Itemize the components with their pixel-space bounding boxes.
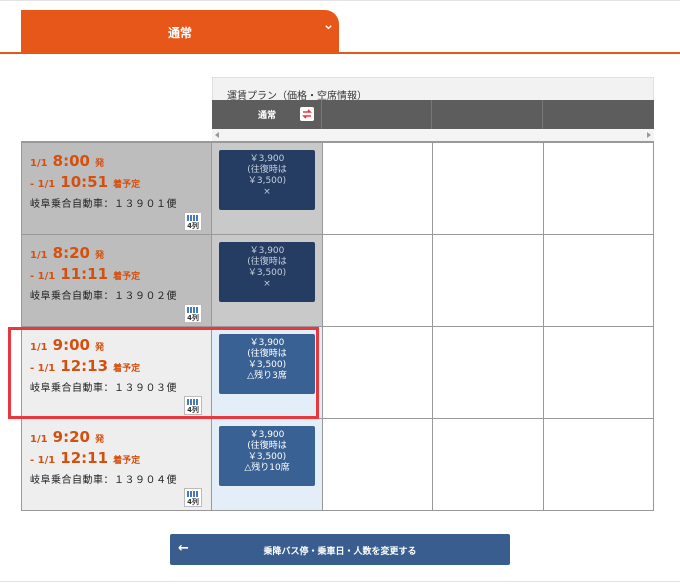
arrival-time: 11:11: [60, 265, 109, 283]
empty-cell: [323, 143, 433, 234]
empty-cell: [323, 235, 433, 326]
page: 通常 運賃プラン（価格・空席情報） 通常 1/1 8:00 発 - 1/1 10…: [0, 0, 680, 585]
fare-price: ￥3,900: [249, 430, 285, 440]
seat-layout-icon[interactable]: 4列: [184, 212, 202, 231]
bus-company-and-number: 岐阜乗合自動車：１３９０４便: [30, 475, 177, 486]
plan-column-empty: [432, 100, 543, 129]
fare-cell: ￥3,900 (往復時は ￥3,500) ×: [212, 143, 323, 234]
arrival-suffix: 着予定: [113, 180, 141, 190]
empty-cell: [544, 327, 654, 418]
empty-cell: [433, 235, 544, 326]
arrival-suffix: 着予定: [113, 456, 141, 466]
swap-icon[interactable]: [300, 107, 314, 121]
scroll-left-icon[interactable]: [215, 132, 219, 138]
empty-cell: [323, 419, 433, 510]
seat-layout-label: 4列: [187, 498, 199, 506]
tab-underline: [0, 52, 680, 54]
departure-time: 8:20: [52, 244, 90, 262]
plan-column-empty: [543, 100, 654, 129]
fare-roundtrip-note: (往復時は: [247, 257, 287, 267]
arrival-date: - 1/1: [30, 271, 56, 282]
empty-cell: [544, 143, 654, 234]
bottom-divider: [0, 581, 680, 582]
departure-line: 1/1 8:20 発: [30, 243, 104, 262]
fare-roundtrip-note: (往復時は: [247, 165, 287, 175]
trip-info: 1/1 8:00 発 - 1/1 10:51 着予定 岐阜乗合自動車：１３９０１…: [21, 143, 212, 234]
trip-row: 1/1 8:00 発 - 1/1 10:51 着予定 岐阜乗合自動車：１３９０１…: [21, 143, 654, 235]
trip-info: 1/1 9:20 発 - 1/1 12:11 着予定 岐阜乗合自動車：１３９０４…: [21, 419, 212, 510]
empty-cell: [433, 143, 544, 234]
chevron-down-icon: [325, 25, 332, 30]
departure-suffix: 発: [95, 159, 105, 169]
fare-roundtrip-price: ￥3,500): [247, 452, 287, 462]
plan-tab-selector[interactable]: 通常: [21, 10, 339, 53]
departure-suffix: 発: [95, 435, 105, 445]
arrival-line: - 1/1 11:11 着予定: [30, 264, 140, 283]
fare-price: ￥3,900: [249, 246, 285, 256]
arrival-suffix: 着予定: [113, 272, 141, 282]
horizontal-scrollbar[interactable]: [212, 129, 654, 141]
trip-row: 1/1 8:20 発 - 1/1 11:11 着予定 岐阜乗合自動車：１３９０２…: [21, 235, 654, 327]
departure-line: 1/1 9:20 発: [30, 427, 104, 446]
bus-company-and-number: 岐阜乗合自動車：１３９０１便: [30, 199, 177, 210]
trip-row: 1/1 9:20 発 - 1/1 12:11 着予定 岐阜乗合自動車：１３９０４…: [21, 419, 654, 511]
departure-time: 8:00: [52, 152, 90, 170]
plan-column-regular: 通常: [212, 100, 322, 129]
bus-company-and-number: 岐阜乗合自動車：１３９０２便: [30, 291, 177, 302]
fare-price: ￥3,900: [249, 154, 285, 164]
departure-date: 1/1: [30, 434, 48, 445]
fare-availability: ×: [263, 187, 271, 197]
fare-button-soldout[interactable]: ￥3,900 (往復時は ￥3,500) ×: [219, 242, 315, 302]
fare-roundtrip-price: ￥3,500): [247, 268, 287, 278]
empty-cell: [544, 235, 654, 326]
plan-column-empty: [322, 100, 432, 129]
arrival-date: - 1/1: [30, 455, 56, 466]
departure-line: 1/1 8:00 発: [30, 151, 104, 170]
seat-layout-label: 4列: [187, 222, 199, 230]
empty-cell: [433, 327, 544, 418]
fare-cell: ￥3,900 (往復時は ￥3,500) ×: [212, 235, 323, 326]
arrival-date: - 1/1: [30, 179, 56, 190]
selected-row-highlight: [8, 327, 319, 419]
empty-cell: [323, 327, 433, 418]
departure-date: 1/1: [30, 158, 48, 169]
seat-layout-icon[interactable]: 4列: [184, 488, 202, 507]
fare-roundtrip-price: ￥3,500): [247, 176, 287, 186]
departure-suffix: 発: [95, 251, 105, 261]
arrival-line: - 1/1 12:11 着予定: [30, 448, 140, 467]
fare-cell: ￥3,900 (往復時は ￥3,500) △残り10席: [212, 419, 323, 510]
arrival-time: 10:51: [60, 173, 109, 191]
fare-plan-column-header: 通常: [212, 100, 654, 129]
fare-roundtrip-note: (往復時は: [247, 441, 287, 451]
arrival-line: - 1/1 10:51 着予定: [30, 172, 140, 191]
fare-button-soldout[interactable]: ￥3,900 (往復時は ￥3,500) ×: [219, 150, 315, 210]
top-divider: [0, 0, 680, 1]
seat-layout-label: 4列: [187, 314, 199, 322]
seat-layout-icon[interactable]: 4列: [184, 304, 202, 323]
plan-tab-label: 通常: [167, 26, 192, 40]
empty-cell: [433, 419, 544, 510]
fare-availability: △残り10席: [244, 463, 290, 473]
change-button-label: 乗降バス停・乗車日・人数を変更する: [263, 547, 417, 557]
departure-date: 1/1: [30, 250, 48, 261]
fare-button-available[interactable]: ￥3,900 (往復時は ￥3,500) △残り10席: [219, 426, 315, 486]
arrival-time: 12:11: [60, 449, 109, 467]
change-search-conditions-button[interactable]: ← 乗降バス停・乗車日・人数を変更する: [170, 534, 510, 565]
empty-cell: [544, 419, 654, 510]
scroll-right-icon[interactable]: [647, 132, 651, 138]
trip-info: 1/1 8:20 発 - 1/1 11:11 着予定 岐阜乗合自動車：１３９０２…: [21, 235, 212, 326]
departure-time: 9:20: [52, 428, 90, 446]
fare-availability: ×: [263, 279, 271, 289]
